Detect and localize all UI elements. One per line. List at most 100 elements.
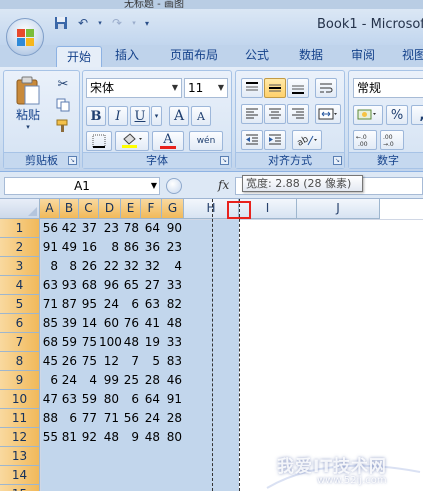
column-header-b[interactable]: B: [60, 199, 79, 219]
cell-f2[interactable]: 36: [141, 238, 162, 257]
cell-e3[interactable]: 32: [121, 257, 141, 276]
align-right-button[interactable]: [287, 104, 309, 124]
grow-font-button[interactable]: A: [169, 106, 189, 126]
increase-decimal-button[interactable]: ←.0.00: [353, 130, 377, 150]
cell-c7[interactable]: 75: [79, 333, 99, 352]
cell-e10[interactable]: 6: [121, 390, 141, 409]
cell-b9[interactable]: 24: [60, 371, 79, 390]
tab-view[interactable]: 视图: [394, 45, 423, 67]
cell-b4[interactable]: 93: [60, 276, 79, 295]
cell-d4[interactable]: 96: [99, 276, 121, 295]
row-header-12[interactable]: 12: [0, 428, 40, 447]
cell-d6[interactable]: 60: [99, 314, 121, 333]
row-header-9[interactable]: 9: [0, 371, 40, 390]
decrease-decimal-button[interactable]: .00 →.0: [380, 130, 404, 150]
font-name-box[interactable]: 宋体 ▼: [86, 78, 182, 98]
undo-dropdown-icon[interactable]: ▾: [96, 14, 104, 32]
row-header-8[interactable]: 8: [0, 352, 40, 371]
wrap-text-button[interactable]: [315, 78, 337, 98]
column-header-j[interactable]: J: [297, 199, 380, 219]
column-header-g[interactable]: G: [162, 199, 184, 219]
tab-insert[interactable]: 插入: [104, 45, 150, 67]
alignment-launcher-icon[interactable]: ↘: [333, 156, 342, 165]
cell-g1[interactable]: 90: [162, 219, 184, 238]
select-all-button[interactable]: [0, 199, 40, 219]
row-header-2[interactable]: 2: [0, 238, 40, 257]
tab-review[interactable]: 审阅: [340, 45, 386, 67]
merge-center-button[interactable]: [315, 104, 341, 124]
copy-button[interactable]: [52, 96, 74, 114]
cell-e5[interactable]: 6: [121, 295, 141, 314]
borders-button[interactable]: [86, 131, 112, 151]
cell-a1[interactable]: 56: [40, 219, 60, 238]
customize-qat-icon[interactable]: ▾: [142, 14, 152, 32]
insert-function-icon[interactable]: fx: [218, 178, 229, 192]
row-header-15[interactable]: 15: [0, 485, 40, 491]
column-header-c[interactable]: C: [79, 199, 99, 219]
cell-f5[interactable]: 63: [141, 295, 162, 314]
cell-b8[interactable]: 26: [60, 352, 79, 371]
cell-c5[interactable]: 95: [79, 295, 99, 314]
cell-f12[interactable]: 48: [141, 428, 162, 447]
tab-page-layout[interactable]: 页面布局: [158, 45, 230, 67]
cell-g11[interactable]: 28: [162, 409, 184, 428]
format-painter-button[interactable]: [52, 117, 74, 135]
row-header-6[interactable]: 6: [0, 314, 40, 333]
cell-c10[interactable]: 59: [79, 390, 99, 409]
cell-g5[interactable]: 82: [162, 295, 184, 314]
cell-f9[interactable]: 28: [141, 371, 162, 390]
cell-d11[interactable]: 71: [99, 409, 121, 428]
comma-style-button[interactable]: ,: [411, 105, 423, 125]
row-header-13[interactable]: 13: [0, 447, 40, 466]
cell-b7[interactable]: 59: [60, 333, 79, 352]
cell-g7[interactable]: 33: [162, 333, 184, 352]
align-left-button[interactable]: [241, 104, 263, 124]
cell-d5[interactable]: 24: [99, 295, 121, 314]
column-header-e[interactable]: E: [121, 199, 141, 219]
office-button[interactable]: [6, 18, 44, 56]
italic-button[interactable]: I: [108, 106, 128, 126]
cell-e2[interactable]: 86: [121, 238, 141, 257]
row-header-11[interactable]: 11: [0, 409, 40, 428]
cell-a10[interactable]: 47: [40, 390, 60, 409]
tab-formulas[interactable]: 公式: [234, 45, 280, 67]
cell-e8[interactable]: 7: [121, 352, 141, 371]
bold-button[interactable]: B: [86, 106, 106, 126]
paste-button[interactable]: 粘贴 ▾: [8, 73, 48, 133]
phonetic-button[interactable]: wén: [189, 131, 223, 151]
cell-a8[interactable]: 45: [40, 352, 60, 371]
align-center-button[interactable]: [264, 104, 286, 124]
align-bottom-button[interactable]: [287, 78, 309, 98]
name-box[interactable]: A1: [4, 177, 160, 195]
row-header-5[interactable]: 5: [0, 295, 40, 314]
cell-g8[interactable]: 83: [162, 352, 184, 371]
cell-e11[interactable]: 56: [121, 409, 141, 428]
cell-a7[interactable]: 68: [40, 333, 60, 352]
save-icon[interactable]: [52, 14, 70, 32]
cell-b10[interactable]: 63: [60, 390, 79, 409]
accounting-format-button[interactable]: [353, 105, 383, 125]
cell-f10[interactable]: 64: [141, 390, 162, 409]
cell-a4[interactable]: 63: [40, 276, 60, 295]
cell-c8[interactable]: 75: [79, 352, 99, 371]
tab-home[interactable]: 开始: [56, 46, 102, 68]
row-header-14[interactable]: 14: [0, 466, 40, 485]
row-header-3[interactable]: 3: [0, 257, 40, 276]
cell-b1[interactable]: 42: [60, 219, 79, 238]
cell-c1[interactable]: 37: [79, 219, 99, 238]
cell-f7[interactable]: 19: [141, 333, 162, 352]
cell-d9[interactable]: 99: [99, 371, 121, 390]
cell-c9[interactable]: 4: [79, 371, 99, 390]
cell-d7[interactable]: 100: [99, 333, 122, 352]
percent-button[interactable]: %: [386, 105, 408, 125]
increase-indent-button[interactable]: [264, 130, 286, 150]
name-box-dropdown-icon[interactable]: ▼: [148, 177, 160, 195]
cell-a6[interactable]: 85: [40, 314, 60, 333]
cell-c2[interactable]: 16: [79, 238, 99, 257]
cell-a3[interactable]: 8: [40, 257, 60, 276]
cell-g9[interactable]: 46: [162, 371, 184, 390]
cut-button[interactable]: ✂: [52, 75, 74, 93]
tab-data[interactable]: 数据: [288, 45, 334, 67]
cell-g2[interactable]: 23: [162, 238, 184, 257]
cell-e1[interactable]: 78: [121, 219, 141, 238]
